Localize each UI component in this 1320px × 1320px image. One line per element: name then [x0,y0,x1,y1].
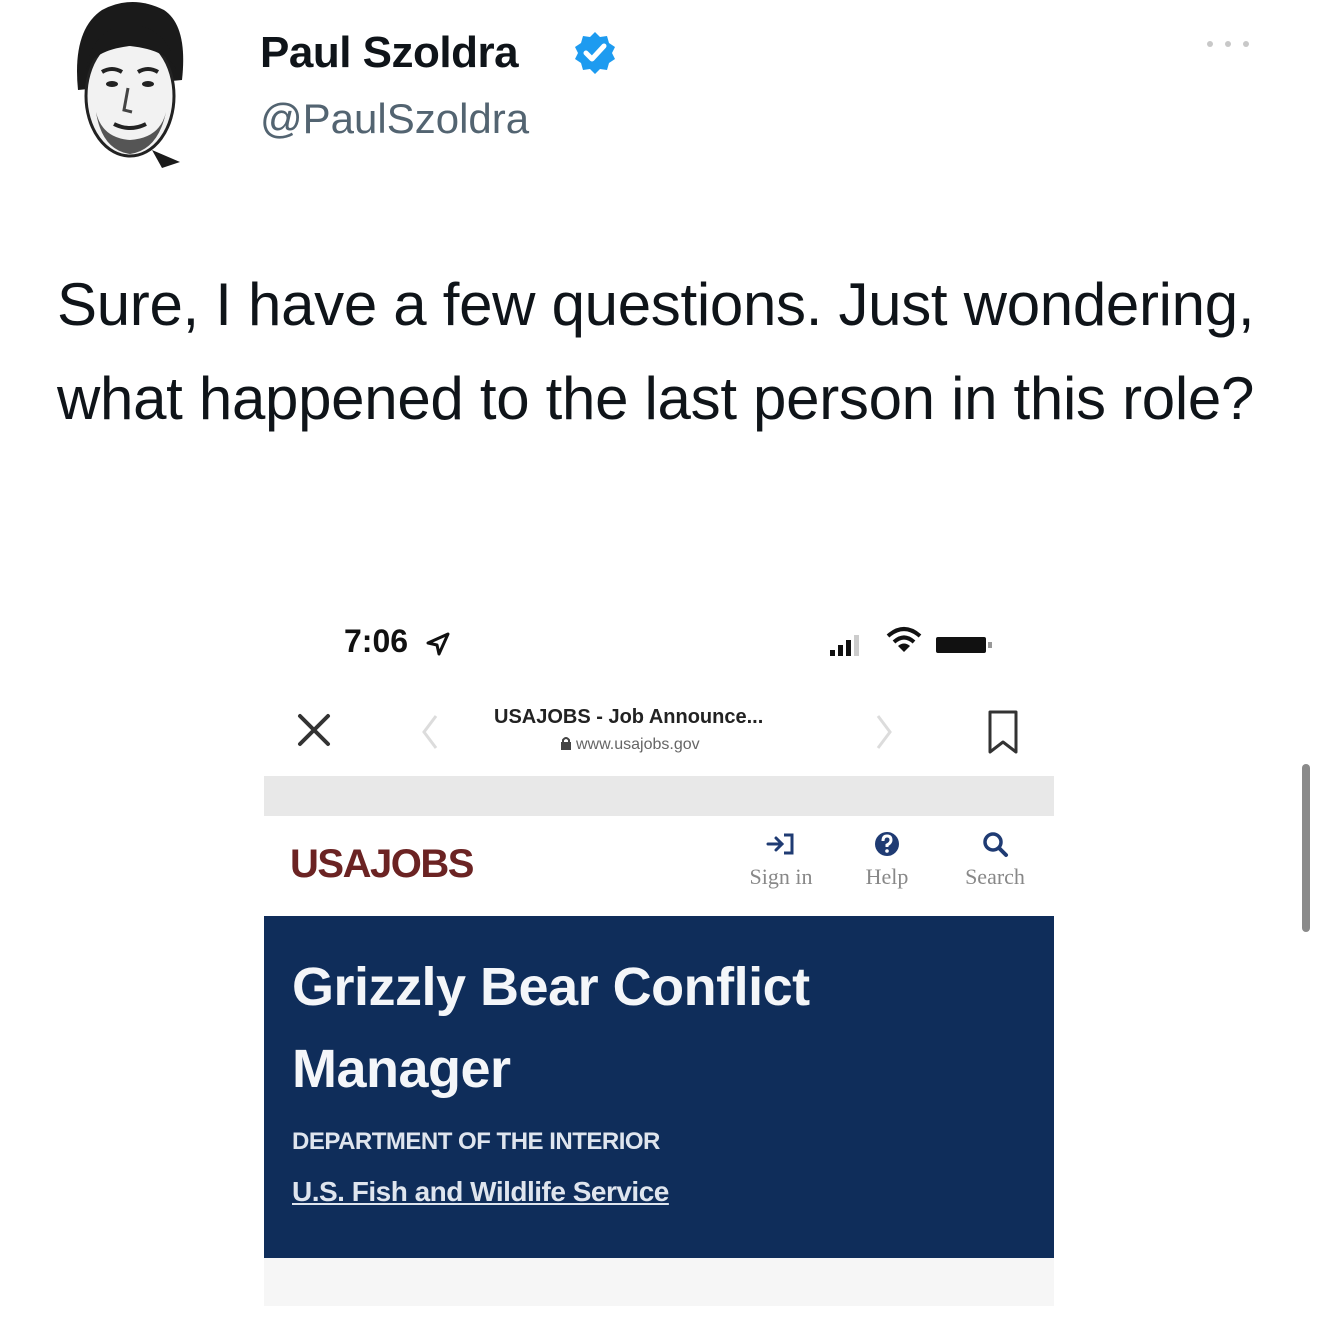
location-arrow-icon [424,630,452,658]
lock-icon [561,737,571,750]
verified-badge-icon [572,30,618,76]
scrollbar[interactable] [1302,764,1310,932]
nav-search-label: Search [965,864,1025,889]
nav-sign-in-label: Sign in [749,864,813,889]
sign-in-icon [766,833,794,855]
help-icon [875,832,899,856]
browser-page-title: USAJOBS - Job Announce... [494,706,764,728]
nav-search[interactable]: Search [950,830,1040,890]
more-options-icon[interactable] [1200,34,1256,54]
tweet-text: Sure, I have a few questions. Just wonde… [57,271,1255,432]
cellular-signal-icon [828,630,874,660]
nav-help[interactable]: Help [842,830,932,890]
chevron-left-icon[interactable] [418,712,442,752]
nav-help-label: Help [865,864,909,889]
battery-icon [934,634,994,656]
page-divider-band [264,776,1054,816]
status-bar-time: 7:06 [344,623,409,659]
url-text: www.usajobs.gov [576,736,700,753]
site-logo[interactable]: USAJOBS [290,842,474,887]
job-department: DEPARTMENT OF THE INTERIOR [292,1128,660,1155]
job-title: Grizzly Bear Conflict Manager [292,957,810,1099]
bookmark-icon[interactable] [986,708,1020,756]
search-icon [983,832,1008,857]
nav-sign-in[interactable]: Sign in [736,830,826,890]
avatar[interactable] [72,0,190,172]
browser-url[interactable]: www.usajobs.gov [560,736,700,754]
page-bottom-band [264,1258,1054,1306]
chevron-right-icon[interactable] [872,712,896,752]
job-agency-link[interactable]: U.S. Fish and Wildlife Service [292,1176,669,1208]
wifi-icon [884,624,924,658]
close-icon[interactable] [292,708,336,752]
author-name[interactable]: Paul Szoldra [260,28,519,78]
author-handle[interactable]: @PaulSzoldra [260,95,529,143]
